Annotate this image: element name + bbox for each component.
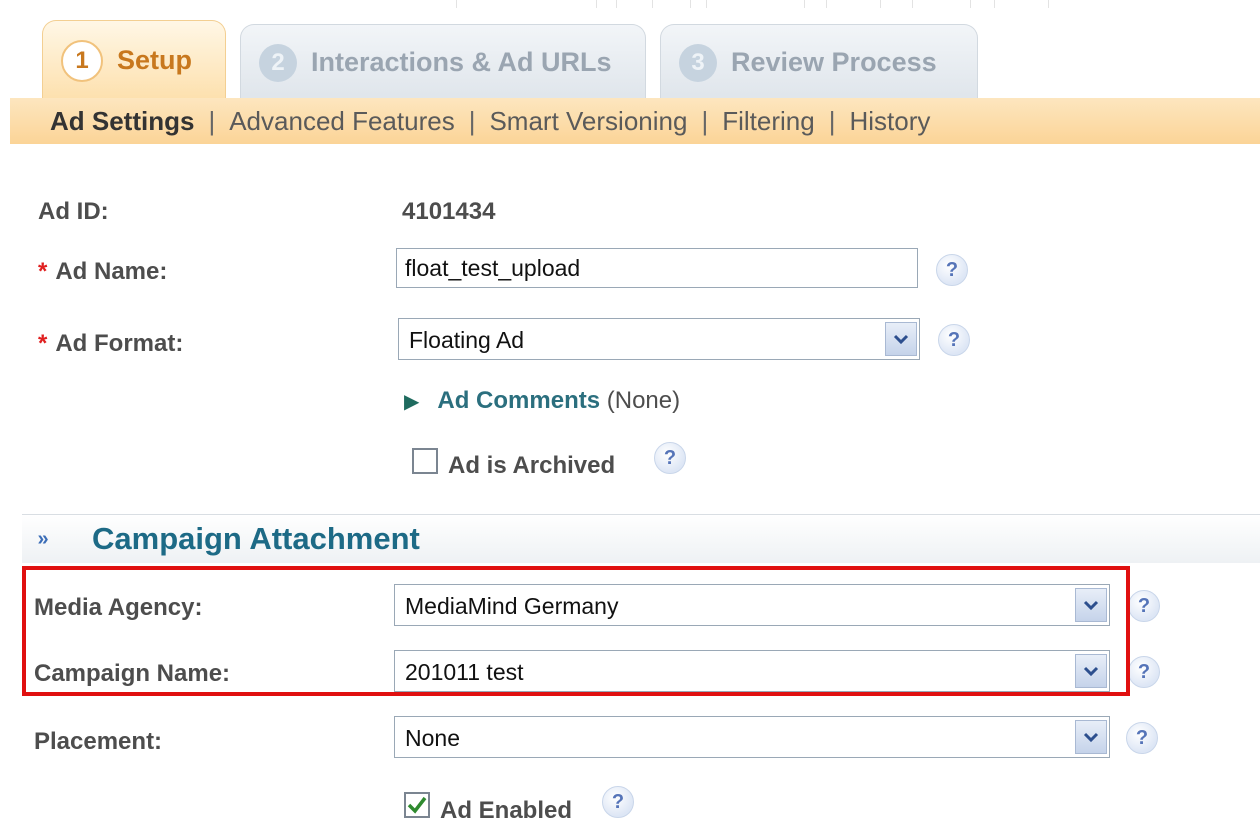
help-icon[interactable]: ?	[936, 254, 968, 286]
help-icon[interactable]: ?	[1126, 722, 1158, 754]
placement-label: Placement:	[34, 728, 163, 755]
help-icon[interactable]: ?	[1128, 656, 1160, 688]
ad-comments-toggle[interactable]: ▶ Ad Comments (None)	[404, 387, 680, 415]
triangle-right-icon: ▶	[404, 391, 420, 413]
help-icon[interactable]: ?	[654, 442, 686, 474]
ad-comments-title: Ad Comments	[437, 387, 601, 414]
subnav-separator: |	[701, 105, 709, 136]
ad-enabled-label: Ad Enabled	[440, 797, 573, 824]
chevron-down-icon[interactable]	[1075, 720, 1107, 754]
subnav-filtering[interactable]: Filtering	[708, 106, 828, 137]
ad-enabled-checkbox[interactable]	[404, 792, 430, 818]
ad-format-select[interactable]: Floating Ad	[398, 318, 920, 360]
placement-select[interactable]: None	[394, 716, 1110, 758]
subnav-history[interactable]: History	[835, 106, 944, 137]
double-chevron-icon: »	[37, 527, 49, 550]
tab-review-process[interactable]: 3 Review Process	[660, 24, 978, 100]
ad-archived-checkbox[interactable]	[412, 448, 438, 474]
placement-value: None	[405, 725, 460, 751]
ad-name-input[interactable]	[396, 248, 918, 288]
tab-setup-label: Setup	[117, 45, 193, 75]
tab-setup[interactable]: 1 Setup	[42, 20, 226, 100]
campaign-attachment-header[interactable]: » Campaign Attachment	[22, 514, 1260, 563]
tab-interactions-label: Interactions & Ad URLs	[311, 47, 612, 77]
subnav-advanced-features[interactable]: Advanced Features	[215, 106, 468, 137]
chevron-down-icon[interactable]	[885, 322, 917, 356]
required-marker: *	[38, 330, 48, 357]
subnav-separator: |	[828, 105, 836, 136]
required-marker: *	[38, 258, 48, 285]
subnav-separator: |	[208, 105, 216, 136]
ad-comments-count: (None)	[606, 387, 681, 414]
ad-format-label-text: Ad Format:	[55, 330, 184, 357]
ad-format-value: Floating Ad	[409, 327, 525, 353]
subnav-ad-settings[interactable]: Ad Settings	[10, 106, 208, 137]
step-number-2: 2	[259, 43, 297, 82]
ad-id-label: Ad ID:	[38, 198, 109, 225]
ad-id-value: 4101434	[402, 198, 496, 225]
tab-review-label: Review Process	[731, 47, 937, 77]
ad-archived-label: Ad is Archived	[448, 452, 616, 479]
help-icon[interactable]: ?	[938, 324, 970, 356]
subnav-smart-versioning[interactable]: Smart Versioning	[475, 106, 701, 137]
help-icon[interactable]: ?	[602, 786, 634, 818]
section-title: Campaign Attachment	[92, 521, 420, 556]
sub-navigation: Ad Settings | Advanced Features | Smart …	[10, 98, 1260, 144]
tab-interactions-ad-urls[interactable]: 2 Interactions & Ad URLs	[240, 24, 646, 100]
highlight-box	[22, 566, 1130, 696]
step-number-1: 1	[61, 39, 103, 82]
help-icon[interactable]: ?	[1128, 590, 1160, 622]
ad-name-label: * Ad Name:	[38, 258, 167, 286]
ad-name-label-text: Ad Name:	[55, 258, 168, 285]
step-number-3: 3	[679, 43, 717, 82]
checkmark-icon	[407, 796, 427, 814]
ad-format-label: * Ad Format:	[38, 330, 183, 358]
subnav-separator: |	[468, 105, 476, 136]
top-ruler	[0, 0, 1260, 10]
